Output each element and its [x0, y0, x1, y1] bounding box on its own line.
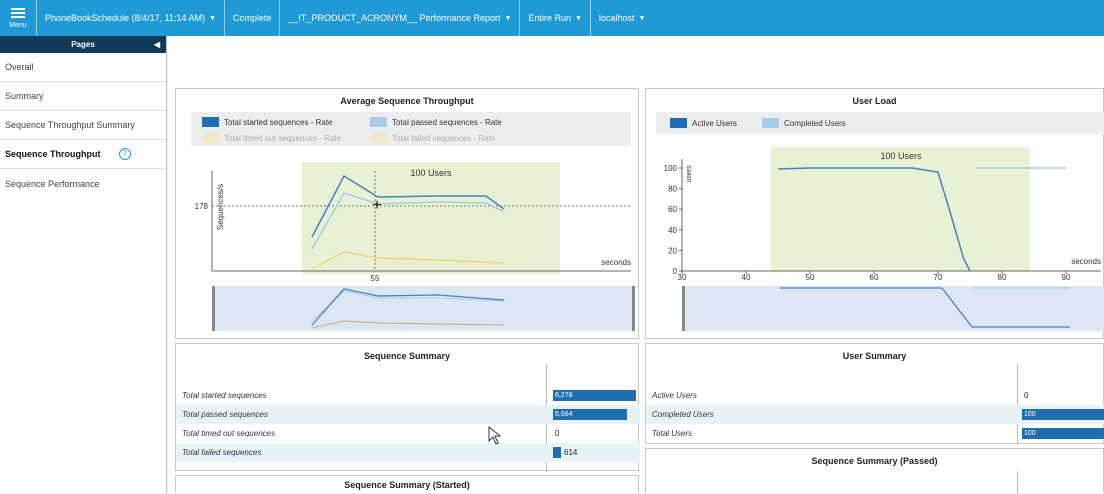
column-divider	[1017, 471, 1018, 494]
chevron-down-icon: ▼	[638, 14, 646, 22]
brush-handle-right[interactable]	[632, 286, 635, 331]
summary-bar-failed	[553, 447, 561, 458]
report-label: __IT_PRODUCT_ACRONYM__ Performance Repor…	[288, 13, 501, 23]
status-crumb: Complete	[225, 0, 281, 36]
overview-brush[interactable]	[682, 286, 1104, 331]
x-tick-label: 30	[678, 273, 687, 282]
pages-sidebar: Pages ◀ Overall Summary Sequence Through…	[0, 36, 167, 493]
band-label: 100 Users	[880, 151, 922, 161]
sidebar-item-sequence-performance[interactable]: Sequence Performance	[0, 169, 166, 198]
sidebar-item-sequence-throughput-summary[interactable]: Sequence Throughput Summary	[0, 111, 166, 140]
y-axis-label: users	[686, 165, 693, 183]
summary-value-failed: 614	[564, 448, 578, 457]
summary-bar-total-users: 100	[1022, 428, 1104, 439]
sequence-summary-started-title: Sequence Summary (Started)	[344, 480, 470, 490]
schedule-label: PhoneBookSchedule (8/4/17, 11:14 AM)	[45, 13, 205, 23]
sidebar-item-label: Sequence Throughput	[5, 149, 101, 159]
summary-row-label: Total passed sequences	[182, 410, 268, 419]
user-load-chart[interactable]: 100 Users users seconds 10080604020030 40…	[646, 89, 1104, 340]
sequence-summary-passed-title: Sequence Summary (Passed)	[811, 456, 938, 466]
pages-header-label: Pages	[71, 40, 95, 49]
host-label: localhost	[598, 13, 635, 23]
sequence-summary-panel: Sequence Summary Total started sequences…	[175, 343, 640, 472]
report-dropdown[interactable]: __IT_PRODUCT_ACRONYM__ Performance Repor…	[280, 0, 521, 36]
y-tick-label: 100	[664, 164, 678, 173]
summary-bar-completed-users: 100	[1022, 409, 1104, 420]
user-summary-title: User Summary	[842, 351, 907, 361]
sidebar-item-summary[interactable]: Summary	[0, 82, 166, 111]
sequence-summary-passed-panel: Sequence Summary (Passed)	[645, 448, 1104, 494]
summary-row-label: Completed Users	[652, 410, 714, 419]
sidebar-item-label: Summary	[5, 91, 44, 101]
y-tick-label: 40	[668, 226, 677, 235]
x-tick-label: 40	[742, 273, 751, 282]
summary-row-label: Total Users	[652, 429, 693, 438]
x-axis-label: seconds	[1071, 257, 1101, 266]
menu-label: Menu	[9, 22, 27, 29]
status-label: Complete	[232, 13, 272, 23]
mouse-pointer-icon	[488, 426, 502, 445]
collapse-sidebar-icon[interactable]: ◀	[154, 40, 160, 49]
top-toolbar: Menu PhoneBookSchedule (8/4/17, 11:14 AM…	[0, 0, 1104, 36]
hamburger-icon	[11, 8, 25, 10]
summary-row-label: Total timed out sequences	[182, 429, 276, 438]
sidebar-item-sequence-throughput[interactable]: Sequence Throughput?	[0, 140, 166, 169]
y-tick-label: 80	[668, 185, 677, 194]
load-band	[771, 147, 1030, 271]
chevron-down-icon: ▼	[504, 14, 512, 22]
user-summary-panel: User Summary Active Users Completed User…	[645, 343, 1104, 445]
chevron-down-icon: ▼	[574, 14, 582, 22]
crosshair-cursor: +	[372, 197, 381, 214]
band-label: 100 Users	[410, 168, 452, 178]
cursor-y-value: 178	[195, 202, 209, 211]
user-load-chart-panel: User Load Active Users Completed Users 1…	[645, 88, 1104, 339]
schedule-dropdown[interactable]: PhoneBookSchedule (8/4/17, 11:14 AM) ▼	[37, 0, 225, 36]
x-tick-label: 60	[870, 273, 879, 282]
summary-row-label: Total failed sequences	[182, 448, 262, 457]
sidebar-item-label: Overall	[5, 62, 34, 72]
sidebar-item-overall[interactable]: Overall	[0, 53, 166, 82]
cursor-x-value: 55	[371, 274, 380, 283]
sidebar-item-label: Sequence Performance	[5, 178, 100, 189]
throughput-chart-panel: Average Sequence Throughput Total starte…	[175, 88, 639, 339]
y-tick-label: 60	[668, 205, 677, 214]
chevron-down-icon: ▼	[208, 14, 216, 22]
summary-value-timed-out: 0	[555, 429, 560, 438]
help-icon[interactable]: ?	[118, 148, 131, 160]
run-label: Entire Run	[528, 13, 571, 23]
summary-value-active-users: 0	[1024, 391, 1029, 400]
menu-button[interactable]: Menu	[0, 0, 37, 36]
report-content: Average Sequence Throughput Total starte…	[168, 36, 1104, 494]
pages-header: Pages ◀	[0, 36, 166, 53]
host-dropdown[interactable]: localhost ▼	[591, 0, 653, 36]
y-axis-label: Sequences/s	[216, 184, 225, 230]
summary-row-label: Active Users	[652, 391, 697, 400]
load-band	[302, 162, 560, 274]
brush-handle-left[interactable]	[212, 286, 215, 331]
summary-row-label: Total started sequences	[182, 391, 267, 400]
run-dropdown[interactable]: Entire Run ▼	[520, 0, 591, 36]
y-tick-label: 20	[668, 246, 677, 255]
x-axis-label: seconds	[601, 258, 631, 267]
x-tick-label: 50	[806, 273, 815, 282]
x-tick-label: 90	[1062, 273, 1071, 282]
hamburger-icon	[11, 16, 25, 18]
sequence-summary-started-panel: Sequence Summary (Started)	[175, 475, 639, 493]
x-tick-label: 70	[934, 273, 943, 282]
throughput-chart[interactable]: 100 Users 178 55 Sequences/s seconds +	[176, 89, 640, 340]
sidebar-item-label: Sequence Throughput Summary	[5, 120, 135, 130]
sequence-summary-title: Sequence Summary	[363, 351, 451, 361]
hamburger-icon	[11, 12, 25, 14]
x-tick-label: 80	[998, 273, 1007, 282]
summary-bar-passed: 5,664	[553, 409, 627, 420]
brush-handle-left[interactable]	[682, 286, 685, 331]
summary-bar-started: 6,278	[553, 390, 636, 401]
